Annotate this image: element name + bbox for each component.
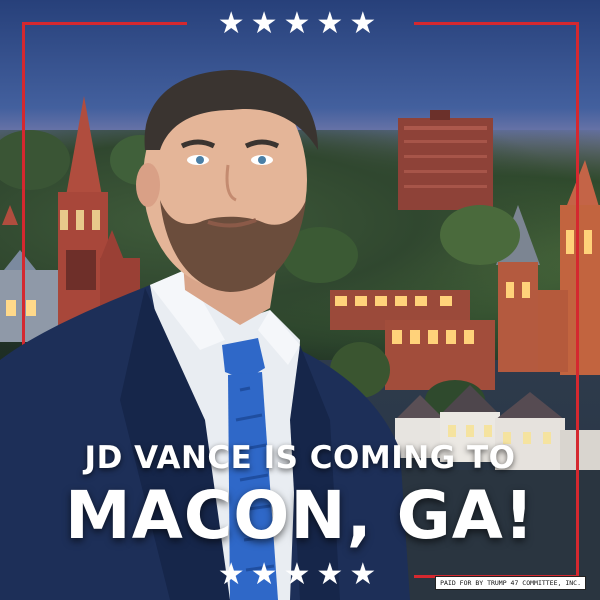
headline-line-1: JD VANCE IS COMING TO bbox=[84, 440, 516, 476]
headline-line-2: MACON, GA! bbox=[65, 477, 535, 554]
campaign-graphic: ★★★★★ JD VANCE IS COMING TO MACON, GA! ★… bbox=[0, 0, 600, 600]
paid-for-disclaimer: PAID FOR BY TRUMP 47 COMMITTEE, INC. bbox=[435, 576, 586, 590]
